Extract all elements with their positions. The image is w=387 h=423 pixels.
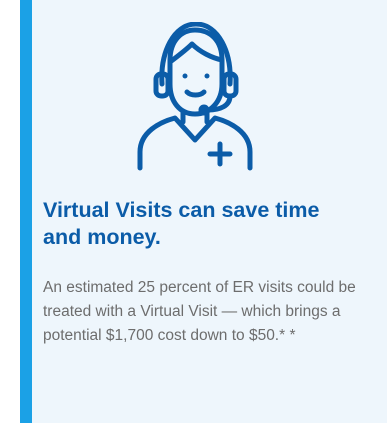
doctor-headset-icon <box>130 21 260 172</box>
card-headline: Virtual Visits can save time and money. <box>43 198 320 249</box>
card-body-text: An estimated 25 percent of ER visits cou… <box>43 279 356 344</box>
accent-bar <box>20 0 32 423</box>
